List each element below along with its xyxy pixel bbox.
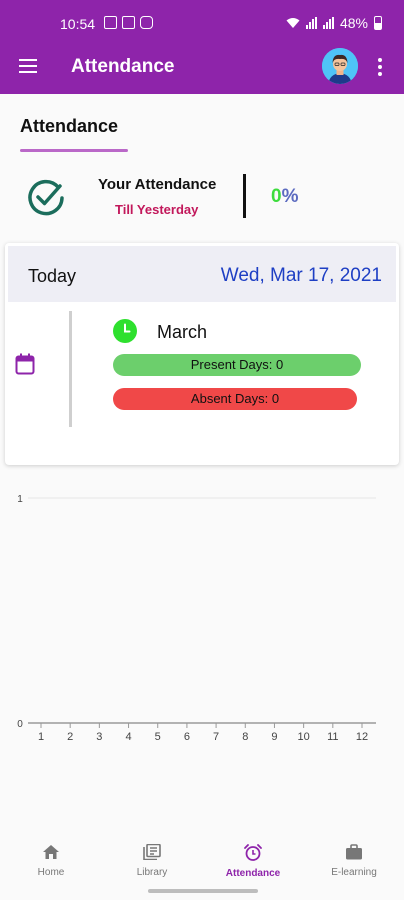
alarm-clock-icon xyxy=(244,844,262,861)
your-attendance-label: Your Attendance xyxy=(98,176,217,193)
app-bar-title: Attendance xyxy=(71,56,175,77)
percentage-sign: % xyxy=(281,186,299,207)
x-tick-label: 12 xyxy=(356,731,368,743)
bottom-navigation: Home Library Attendance E-learning xyxy=(0,836,404,890)
month-label: March xyxy=(157,322,208,342)
nav-elearning-label: E-learning xyxy=(331,867,377,878)
image-icon xyxy=(122,16,135,29)
section-title: Attendance xyxy=(20,116,119,136)
x-tick-label: 11 xyxy=(327,731,338,743)
menu-icon[interactable] xyxy=(19,59,37,73)
nav-attendance[interactable]: Attendance xyxy=(208,844,298,879)
calendar-icon[interactable] xyxy=(15,353,35,375)
status-time: 10:54 xyxy=(60,16,96,32)
y-tick-label: 1 xyxy=(17,494,23,505)
notification-icons xyxy=(104,16,153,29)
nav-library[interactable]: Library xyxy=(107,844,197,878)
present-days-badge: Present Days: 0 xyxy=(113,354,361,376)
library-icon xyxy=(143,844,161,860)
summary-divider xyxy=(243,174,246,218)
x-tick-label: 2 xyxy=(67,731,73,743)
app-bar: Attendance xyxy=(0,44,404,94)
x-tick-label: 8 xyxy=(242,731,248,743)
percentage-value: 0 xyxy=(271,186,282,207)
nav-home[interactable]: Home xyxy=(6,844,96,878)
avatar-icon xyxy=(322,48,358,84)
home-icon xyxy=(43,845,59,859)
signal-icon-2 xyxy=(322,17,334,29)
home-indicator xyxy=(148,889,258,893)
more-options-icon[interactable] xyxy=(378,58,382,79)
avatar[interactable] xyxy=(322,48,358,84)
today-label: Today xyxy=(28,266,77,286)
status-bar: 10:54 48% xyxy=(0,0,404,44)
wifi-icon xyxy=(286,18,300,28)
check-circle-icon xyxy=(28,179,64,216)
x-tick-label: 6 xyxy=(184,731,190,743)
today-card: Today Wed, Mar 17, 2021 March Present Da… xyxy=(5,243,399,465)
notification-icon xyxy=(104,16,117,29)
today-card-header: Today Wed, Mar 17, 2021 xyxy=(8,246,396,302)
card-divider xyxy=(69,311,72,427)
clock-icon xyxy=(113,319,137,343)
x-tick-label: 10 xyxy=(298,731,310,743)
signal-icon xyxy=(305,17,317,29)
today-date: Wed, Mar 17, 2021 xyxy=(220,265,382,286)
briefcase-icon xyxy=(346,844,362,860)
nav-attendance-label: Attendance xyxy=(225,868,281,879)
x-tick-label: 7 xyxy=(213,731,219,743)
nav-home-label: Home xyxy=(37,867,65,878)
till-yesterday-label: Till Yesterday xyxy=(115,202,199,217)
x-tick-label: 9 xyxy=(271,731,277,743)
x-tick-label: 3 xyxy=(96,731,102,743)
attendance-chart: 011 2 3 4 5 6 7 8 9 10 11 12 xyxy=(17,494,376,743)
x-tick-label: 1 xyxy=(38,731,44,743)
y-tick-label: 0 xyxy=(17,719,23,730)
status-right: 48% xyxy=(286,15,382,31)
x-tick-label: 4 xyxy=(125,731,131,743)
instagram-icon xyxy=(140,16,153,29)
absent-days-badge: Absent Days: 0 xyxy=(113,388,357,410)
nav-elearning[interactable]: E-learning xyxy=(309,844,399,878)
battery-percent: 48% xyxy=(339,15,368,31)
attendance-percentage: 0% xyxy=(271,186,298,208)
battery-icon xyxy=(374,16,382,30)
nav-library-label: Library xyxy=(136,867,168,878)
section-underline xyxy=(20,149,128,152)
x-tick-label: 5 xyxy=(155,731,161,743)
